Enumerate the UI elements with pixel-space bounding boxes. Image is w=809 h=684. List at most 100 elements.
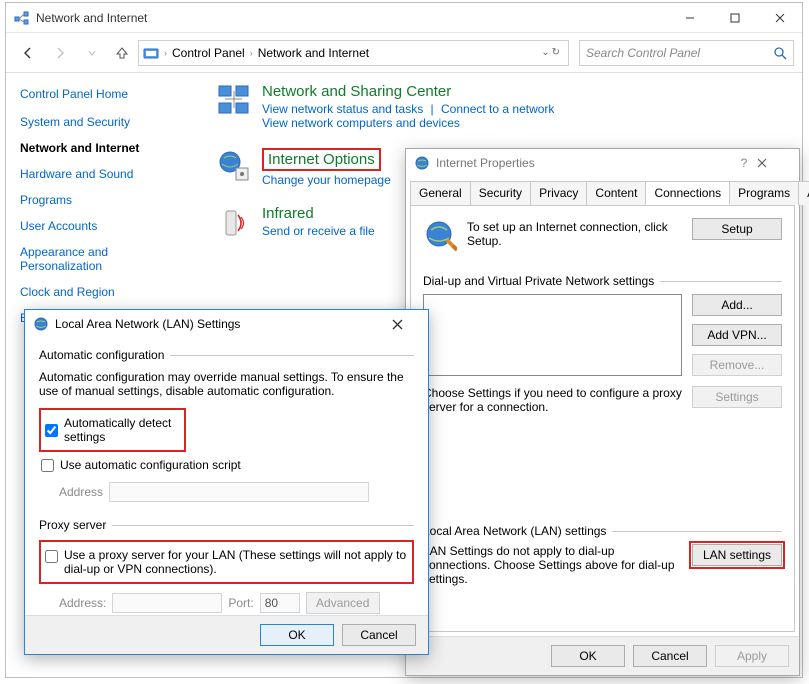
sidebar-item-appearance[interactable]: Appearance and Personalization [20, 245, 170, 273]
proxy-use-checkbox-row[interactable]: Use a proxy server for your LAN (These s… [43, 546, 410, 578]
advanced-button: Advanced [306, 592, 380, 614]
remove-button: Remove... [692, 354, 782, 376]
sidebar-item-programs[interactable]: Programs [20, 193, 192, 207]
category-title-internet-options[interactable]: Internet Options [262, 148, 381, 171]
tab-programs[interactable]: Programs [729, 181, 799, 205]
history-dropdown[interactable] [78, 39, 106, 67]
breadcrumb-current[interactable]: Network and Internet [258, 46, 369, 60]
close-button[interactable] [757, 158, 795, 168]
globe-icon [414, 155, 430, 171]
tab-content[interactable]: Content [586, 181, 646, 205]
add-vpn-button[interactable]: Add VPN... [692, 324, 782, 346]
lan-settings-button[interactable]: LAN settings [692, 544, 782, 566]
help-button[interactable]: ? [731, 156, 757, 170]
minimize-button[interactable] [667, 4, 712, 32]
add-button[interactable]: Add... [692, 294, 782, 316]
link-view-status[interactable]: View network status and tasks [262, 102, 423, 116]
proxy-port-label: Port: [228, 596, 253, 610]
auto-detect-label: Automatically detect settings [64, 416, 180, 444]
sidebar-item-user-accounts[interactable]: User Accounts [20, 219, 192, 233]
cancel-button[interactable]: Cancel [633, 645, 707, 667]
ok-button[interactable]: OK [260, 624, 334, 646]
maximize-button[interactable] [712, 4, 757, 32]
sidebar-item-network-internet[interactable]: Network and Internet [20, 141, 192, 155]
close-button[interactable] [757, 4, 802, 32]
breadcrumb-root[interactable]: Control Panel [172, 46, 245, 60]
auto-detect-checkbox[interactable] [45, 424, 58, 437]
control-panel-icon [143, 45, 159, 61]
close-button[interactable] [392, 319, 424, 330]
search-icon [773, 46, 787, 60]
cp-navbar: › Control Panel › Network and Internet ⌄… [6, 33, 802, 73]
auto-detect-checkbox-row[interactable]: Automatically detect settings [43, 414, 182, 446]
tab-advanced[interactable]: Advanced [798, 181, 809, 205]
search-placeholder: Search Control Panel [586, 46, 700, 60]
auto-address-label: Address [59, 485, 103, 499]
link-change-homepage[interactable]: Change your homepage [262, 173, 391, 187]
ip-titlebar: Internet Properties ? [406, 149, 799, 177]
lan-text: LAN Settings do not apply to dial-up con… [423, 544, 682, 586]
control-panel-home-link[interactable]: Control Panel Home [20, 87, 192, 101]
network-sharing-icon [216, 83, 252, 119]
sidebar-item-system-security[interactable]: System and Security [20, 115, 192, 129]
link-send-receive-file[interactable]: Send or receive a file [262, 224, 375, 238]
auto-config-label: Automatic configuration [39, 348, 164, 362]
link-connect-network[interactable]: Connect to a network [441, 102, 554, 116]
auto-script-checkbox[interactable] [41, 459, 54, 472]
ip-footer: OK Cancel Apply [406, 636, 799, 675]
back-button[interactable] [14, 39, 42, 67]
tab-security[interactable]: Security [470, 181, 531, 205]
proxy-address-label: Address: [59, 596, 106, 610]
globe-icon [33, 316, 49, 332]
category-network-sharing: Network and Sharing Center View network … [216, 83, 792, 130]
auto-script-label: Use automatic configuration script [60, 458, 241, 472]
setup-button[interactable]: Setup [692, 218, 782, 240]
settings-button: Settings [692, 386, 782, 408]
cp-window-title: Network and Internet [36, 11, 147, 25]
setup-text: To set up an Internet connection, click … [467, 218, 682, 248]
ip-tabs: General Security Privacy Content Connect… [406, 177, 799, 205]
cancel-button[interactable]: Cancel [342, 624, 416, 646]
search-input[interactable]: Search Control Panel [579, 40, 794, 66]
dialup-group-label: Dial-up and Virtual Private Network sett… [423, 274, 654, 288]
lan-titlebar: Local Area Network (LAN) Settings [25, 310, 428, 338]
tab-connections[interactable]: Connections [645, 181, 730, 205]
ok-button[interactable]: OK [551, 645, 625, 667]
choose-settings-text: Choose Settings if you need to configure… [423, 386, 682, 414]
proxy-port-input [260, 593, 300, 613]
forward-button[interactable] [46, 39, 74, 67]
ip-connections-panel: To set up an Internet connection, click … [410, 205, 795, 632]
dialup-listbox[interactable] [423, 294, 682, 376]
sidebar-item-hardware-sound[interactable]: Hardware and Sound [20, 167, 192, 181]
apply-button: Apply [715, 645, 789, 667]
chevron-down-icon[interactable]: ⌄ [541, 47, 549, 58]
proxy-use-checkbox[interactable] [45, 550, 58, 563]
up-button[interactable] [110, 45, 134, 61]
internet-properties-dialog: Internet Properties ? General Security P… [405, 148, 800, 676]
infrared-icon [216, 205, 252, 241]
lan-settings-dialog: Local Area Network (LAN) Settings Automa… [24, 309, 429, 655]
tab-privacy[interactable]: Privacy [530, 181, 587, 205]
network-icon [14, 10, 30, 26]
category-title[interactable]: Network and Sharing Center [262, 83, 451, 100]
link-view-computers[interactable]: View network computers and devices [262, 116, 460, 130]
proxy-use-label: Use a proxy server for your LAN (These s… [64, 548, 408, 576]
refresh-icon[interactable]: ↻ [552, 47, 560, 58]
auto-config-desc: Automatic configuration may override man… [39, 370, 414, 398]
proxy-address-input [112, 593, 222, 613]
auto-config-group: Automatic configuration Automatic config… [39, 348, 414, 502]
category-title-infrared[interactable]: Infrared [262, 205, 314, 222]
tab-general[interactable]: General [410, 181, 471, 205]
connection-wizard-icon [423, 218, 457, 252]
chevron-right-icon: › [161, 48, 170, 58]
sidebar-item-clock-region[interactable]: Clock and Region [20, 285, 192, 299]
proxy-label: Proxy server [39, 518, 106, 532]
cp-titlebar: Network and Internet [6, 3, 802, 33]
lan-footer: OK Cancel [25, 615, 428, 654]
lan-group-label: Local Area Network (LAN) settings [423, 524, 606, 538]
auto-script-checkbox-row[interactable]: Use automatic configuration script [39, 456, 414, 474]
chevron-right-icon: › [247, 48, 256, 58]
lan-title-text: Local Area Network (LAN) Settings [55, 317, 240, 331]
internet-options-icon [216, 148, 252, 184]
breadcrumb-bar[interactable]: › Control Panel › Network and Internet ⌄… [138, 40, 569, 66]
